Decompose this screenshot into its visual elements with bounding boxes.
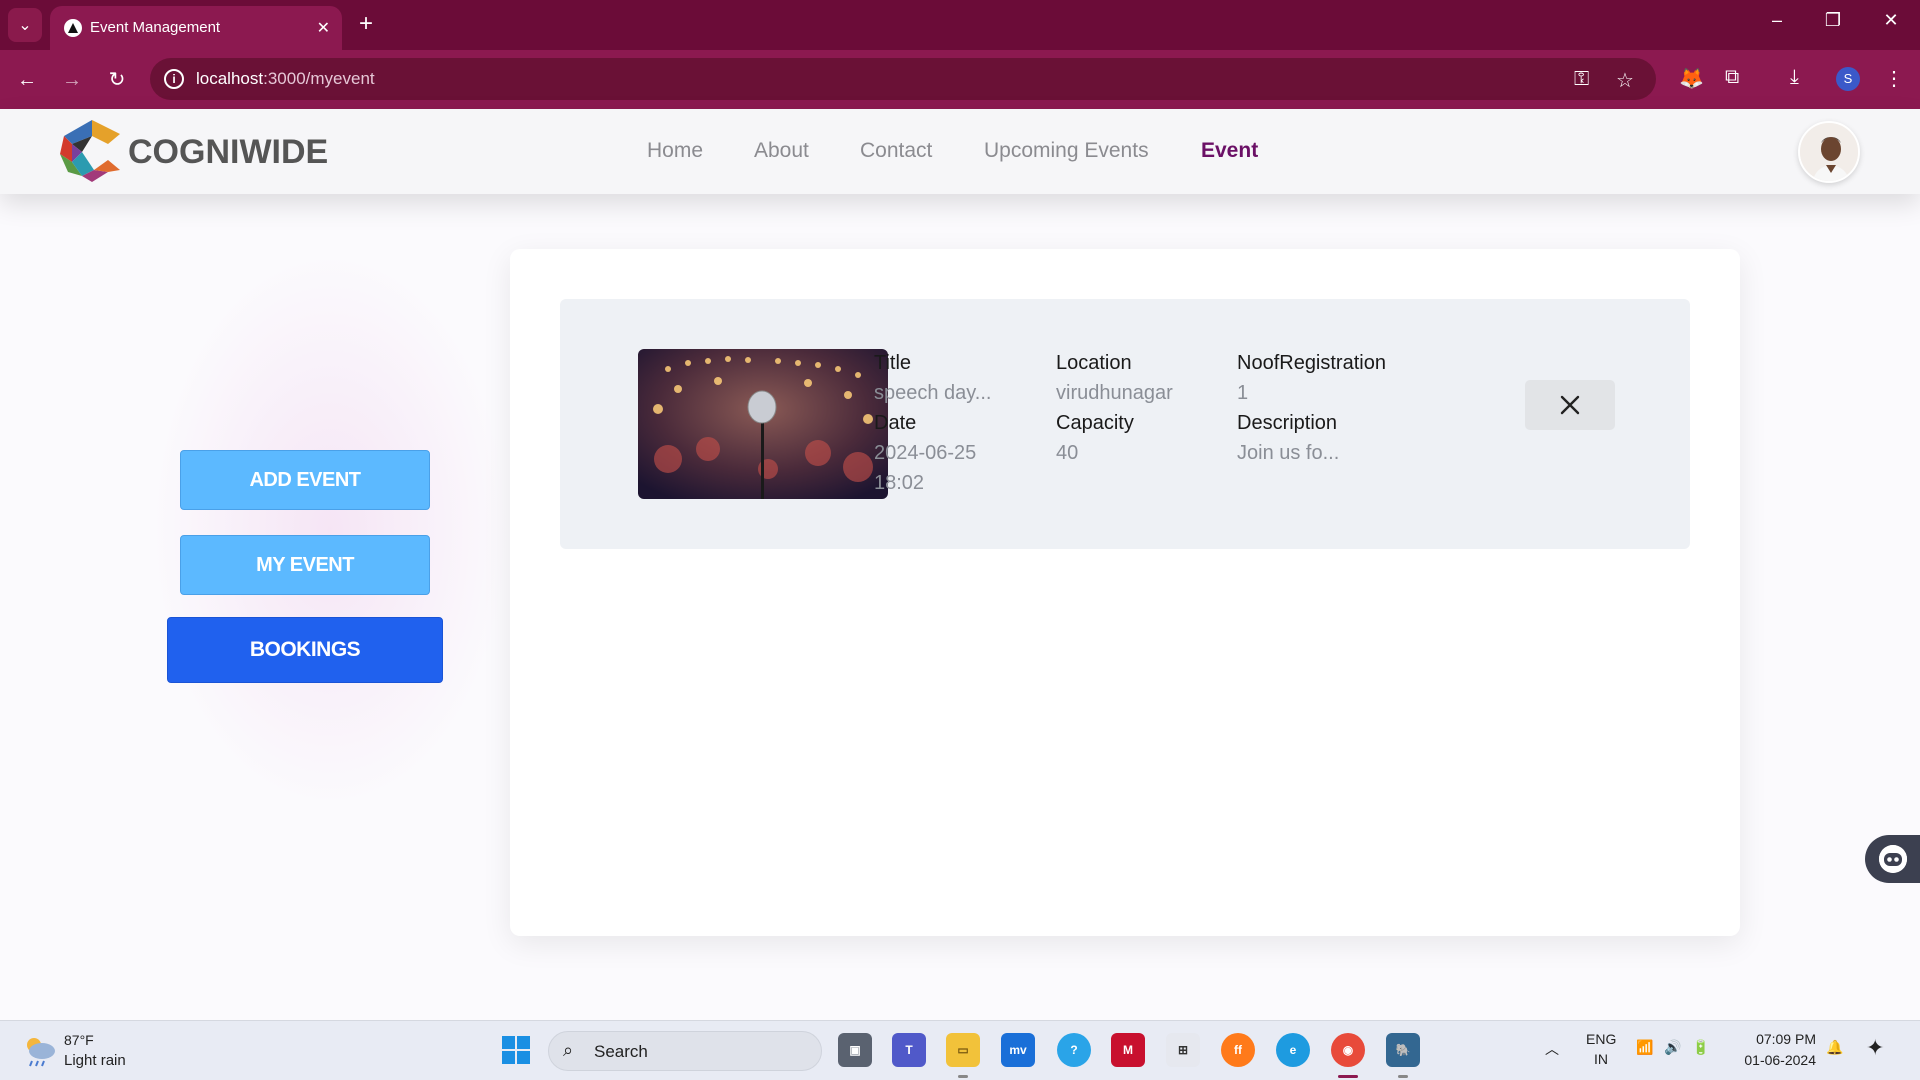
back-arrow-icon[interactable]: ←	[14, 67, 40, 93]
postgresql-icon[interactable]: 🐘	[1386, 1033, 1420, 1067]
weather-temperature[interactable]: 87°F	[64, 1032, 94, 1048]
nav-upcoming-events[interactable]: Upcoming Events	[984, 139, 1149, 163]
tab-search-button[interactable]: ⌄	[8, 8, 42, 42]
my-event-button[interactable]: MY EVENT	[180, 535, 430, 595]
event-image	[638, 349, 888, 499]
language-top[interactable]: ENG	[1586, 1031, 1616, 1047]
minimize-icon[interactable]: –	[1762, 10, 1792, 31]
add-event-button[interactable]: ADD EVENT	[180, 450, 430, 510]
registrations-value: 1	[1237, 382, 1249, 404]
restore-icon[interactable]: ❐	[1818, 10, 1848, 31]
robot-face-icon	[1879, 845, 1907, 873]
help-icon[interactable]: ?	[1057, 1033, 1091, 1067]
title-value: speech day...	[874, 382, 992, 404]
location-value: virudhunagar	[1056, 382, 1173, 404]
cogniwide-logo-icon[interactable]	[58, 118, 126, 191]
window-close-icon[interactable]: ✕	[1876, 10, 1906, 31]
events-panel: Title speech day... Date 2024-06-25 18:0…	[510, 249, 1740, 936]
tab-close-icon[interactable]: ✕	[317, 18, 330, 38]
tab-title: Event Management	[90, 19, 221, 36]
event-card: Title speech day... Date 2024-06-25 18:0…	[560, 299, 1690, 549]
edge-icon[interactable]: e	[1276, 1033, 1310, 1067]
microsoft-store-icon[interactable]: ⊞	[1166, 1033, 1200, 1067]
location-label: Location	[1056, 352, 1132, 374]
date-label: Date	[874, 412, 917, 434]
capacity-label: Capacity	[1056, 412, 1134, 434]
chrome-icon[interactable]: ◉	[1331, 1033, 1365, 1067]
chevron-down-icon: ⌄	[18, 17, 32, 34]
nav-home[interactable]: Home	[647, 139, 703, 163]
browser-profile-avatar[interactable]: S	[1836, 67, 1860, 91]
nav-about[interactable]: About	[754, 139, 809, 163]
url-bar[interactable]: i localhost:3000/myevent ⚿ ☆	[150, 58, 1656, 100]
background-glow	[150, 250, 510, 810]
show-hidden-icons-icon[interactable]: ︿	[1545, 1039, 1559, 1059]
running-indicator	[1398, 1075, 1408, 1078]
copilot-icon[interactable]: ✦	[1866, 1035, 1884, 1061]
date-value: 2024-06-25	[874, 442, 977, 464]
taskbar-search-box[interactable]: ⌕ Search	[548, 1031, 822, 1071]
nav-contact[interactable]: Contact	[860, 139, 932, 163]
clock-date[interactable]: 01-06-2024	[1736, 1052, 1816, 1068]
clock-time[interactable]: 07:09 PM	[1740, 1031, 1816, 1047]
browser-tab[interactable]: Event Management ✕	[50, 6, 342, 50]
windows-start-icon[interactable]	[502, 1036, 530, 1069]
active-indicator	[1338, 1075, 1358, 1078]
firefox-icon[interactable]: ff	[1221, 1033, 1255, 1067]
bookings-button[interactable]: BOOKINGS	[167, 617, 443, 683]
address-bar-row: ← → ↻ i localhost:3000/myevent ⚿ ☆ 🦊 ⧉ ⤓…	[0, 50, 1920, 109]
assistant-widget-button[interactable]	[1865, 835, 1920, 883]
description-value: Join us fo...	[1237, 442, 1340, 464]
volume-icon[interactable]: 🔊	[1664, 1039, 1681, 1056]
user-avatar[interactable]	[1798, 121, 1860, 183]
close-icon	[1560, 395, 1580, 415]
mytvs-app-icon[interactable]: mv	[1001, 1033, 1035, 1067]
running-indicator	[958, 1075, 968, 1078]
nav-event[interactable]: Event	[1201, 139, 1258, 163]
password-key-icon[interactable]: ⚿	[1574, 68, 1589, 91]
metamask-extension-icon[interactable]: 🦊	[1679, 66, 1704, 91]
brand-name[interactable]: COGNIWIDE	[128, 133, 328, 172]
url-path: :3000/myevent	[263, 69, 375, 88]
browser-tab-bar: ⌄ Event Management ✕ + – ❐ ✕	[0, 0, 1920, 50]
file-explorer-icon[interactable]: ▭	[946, 1033, 980, 1067]
url-text: localhost:3000/myevent	[196, 69, 375, 89]
wifi-icon[interactable]: 📶	[1636, 1039, 1653, 1056]
time-value: 18:02	[874, 472, 925, 494]
notification-bell-icon[interactable]: 🔔	[1826, 1039, 1843, 1056]
mcafee-icon[interactable]: M	[1111, 1033, 1145, 1067]
url-host: localhost	[196, 69, 264, 88]
task-view-icon[interactable]: ▣	[838, 1033, 872, 1067]
delete-event-button[interactable]	[1525, 380, 1615, 430]
windows-taskbar: 87°F Light rain ⌕ Search ▣ T ▭ mv ? M ⊞ …	[0, 1020, 1920, 1080]
site-header: COGNIWIDE Home About Contact Upcoming Ev…	[0, 109, 1920, 194]
language-bottom[interactable]: IN	[1594, 1051, 1608, 1067]
capacity-value: 40	[1056, 442, 1079, 464]
search-icon: ⌕	[563, 1040, 574, 1060]
teams-icon[interactable]: T	[892, 1033, 926, 1067]
weather-description[interactable]: Light rain	[64, 1052, 126, 1069]
battery-icon[interactable]: 🔋	[1692, 1039, 1709, 1056]
reload-icon[interactable]: ↻	[104, 67, 130, 93]
weather-rain-icon[interactable]	[22, 1035, 58, 1072]
extensions-puzzle-icon[interactable]: ⧉	[1725, 66, 1739, 89]
download-icon[interactable]: ⤓	[1790, 66, 1799, 89]
site-info-icon[interactable]: i	[164, 69, 184, 89]
bookmark-star-icon[interactable]: ☆	[1616, 68, 1634, 93]
taskbar-search-label: Search	[594, 1042, 648, 1061]
tab-favicon-icon	[64, 19, 82, 37]
registrations-label: NoofRegistration	[1237, 352, 1386, 374]
title-label: Title	[874, 352, 912, 374]
browser-menu-icon[interactable]: ⋮	[1884, 66, 1904, 91]
new-tab-button[interactable]: +	[352, 10, 380, 38]
forward-arrow-icon[interactable]: →	[59, 67, 85, 93]
description-label: Description	[1237, 412, 1338, 434]
